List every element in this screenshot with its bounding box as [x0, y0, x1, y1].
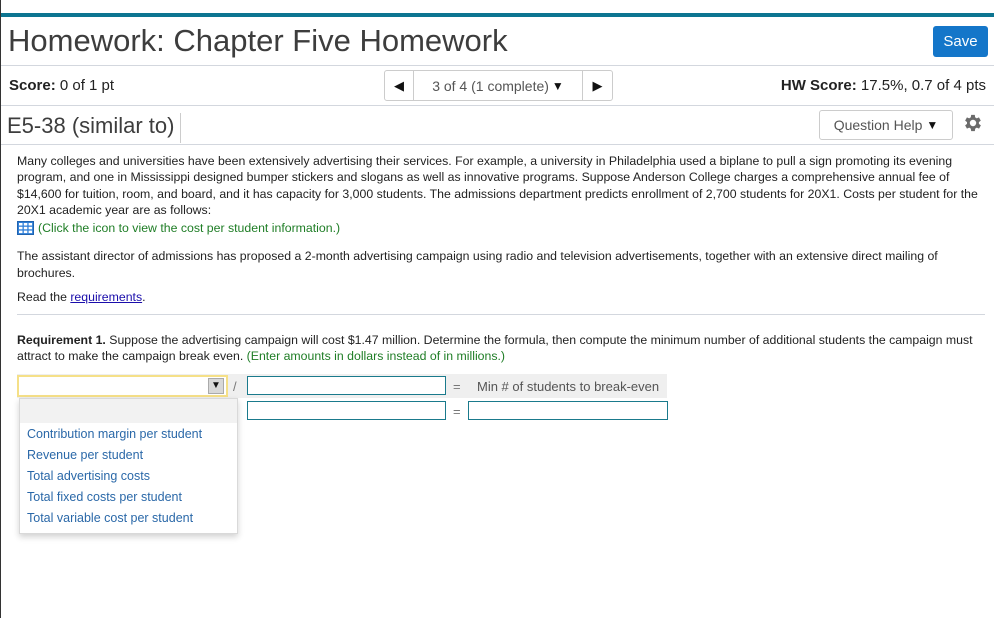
denominator-amount-input[interactable]: [247, 401, 446, 420]
question-id: E5-38 (similar to): [7, 113, 182, 143]
cost-info-link-row: (Click the icon to view the cost per stu…: [17, 220, 982, 236]
question-position: 3 of 4 (1 complete): [432, 77, 549, 94]
read-prefix: Read the: [17, 290, 71, 305]
score-value: 0 of 1 pt: [59, 77, 115, 94]
dropdown-option[interactable]: Total variable cost per student: [20, 508, 237, 529]
numerator-dropdown-menu: Contribution margin per student Revenue …: [19, 398, 238, 534]
hw-score-value: 17.5%, 0.7 of 4 pts: [860, 77, 986, 94]
score-bar: Score: 0 of 1 pt ◀ 3 of 4 (1 complete) ▼…: [1, 66, 994, 106]
dropdown-option[interactable]: Contribution margin per student: [20, 424, 237, 445]
cost-info-link[interactable]: (Click the icon to view the cost per stu…: [38, 220, 340, 236]
question-help-button[interactable]: Question Help ▼: [819, 110, 953, 140]
dropdown-option[interactable]: Revenue per student: [20, 445, 237, 466]
question-selector[interactable]: 3 of 4 (1 complete) ▼: [414, 71, 582, 100]
read-suffix: .: [142, 290, 146, 305]
caret-down-icon: ▼: [551, 78, 564, 93]
problem-text: Many colleges and universities have been…: [17, 153, 982, 305]
equals-sign: =: [453, 379, 461, 394]
question-help-label: Question Help: [833, 117, 923, 133]
question-score: Score: 0 of 1 pt: [9, 77, 114, 94]
requirement-text: Requirement 1. Suppose the advertising c…: [17, 332, 982, 365]
campaign-text: The assistant director of admissions has…: [17, 249, 938, 280]
triangle-left-icon: ◀: [394, 77, 404, 93]
dropdown-arrow-icon[interactable]: ▼: [208, 378, 224, 394]
dropdown-option[interactable]: Total fixed costs per student: [20, 487, 237, 508]
problem-intro: Many colleges and universities have been…: [17, 154, 978, 217]
save-button[interactable]: Save: [933, 26, 988, 57]
previous-question-button[interactable]: ◀: [385, 71, 414, 100]
result-label: Min # of students to break-even: [477, 379, 660, 394]
equals-sign: =: [453, 404, 461, 419]
question-pager: ◀ 3 of 4 (1 complete) ▼ ▶: [384, 70, 613, 101]
gear-icon[interactable]: [962, 112, 984, 134]
read-requirements: Read the requirements.: [17, 289, 982, 305]
numerator-select[interactable]: ▼: [17, 375, 228, 397]
table-icon[interactable]: [17, 221, 34, 236]
hw-score-label: HW Score:: [780, 77, 857, 94]
next-question-button[interactable]: ▶: [582, 71, 612, 100]
question-bar: E5-38 (similar to) Question Help ▼: [1, 106, 994, 145]
requirements-link[interactable]: requirements: [70, 290, 142, 304]
result-input[interactable]: [468, 401, 668, 420]
caret-down-icon: ▼: [926, 118, 939, 132]
page-title: Homework: Chapter Five Homework: [8, 23, 508, 58]
score-label: Score:: [9, 77, 56, 94]
hw-score: HW Score: 17.5%, 0.7 of 4 pts: [781, 77, 986, 94]
denominator-select[interactable]: [247, 376, 446, 395]
section-divider: [17, 314, 985, 315]
divide-sign: /: [233, 379, 237, 394]
requirement-note: (Enter amounts in dollars instead of in …: [246, 349, 506, 364]
header: Homework: Chapter Five Homework Save: [1, 17, 994, 66]
dropdown-option[interactable]: Total advertising costs: [20, 466, 237, 487]
dropdown-option-blank[interactable]: [20, 399, 237, 423]
triangle-right-icon: ▶: [592, 77, 603, 93]
requirement-label: Requirement 1.: [17, 333, 106, 347]
